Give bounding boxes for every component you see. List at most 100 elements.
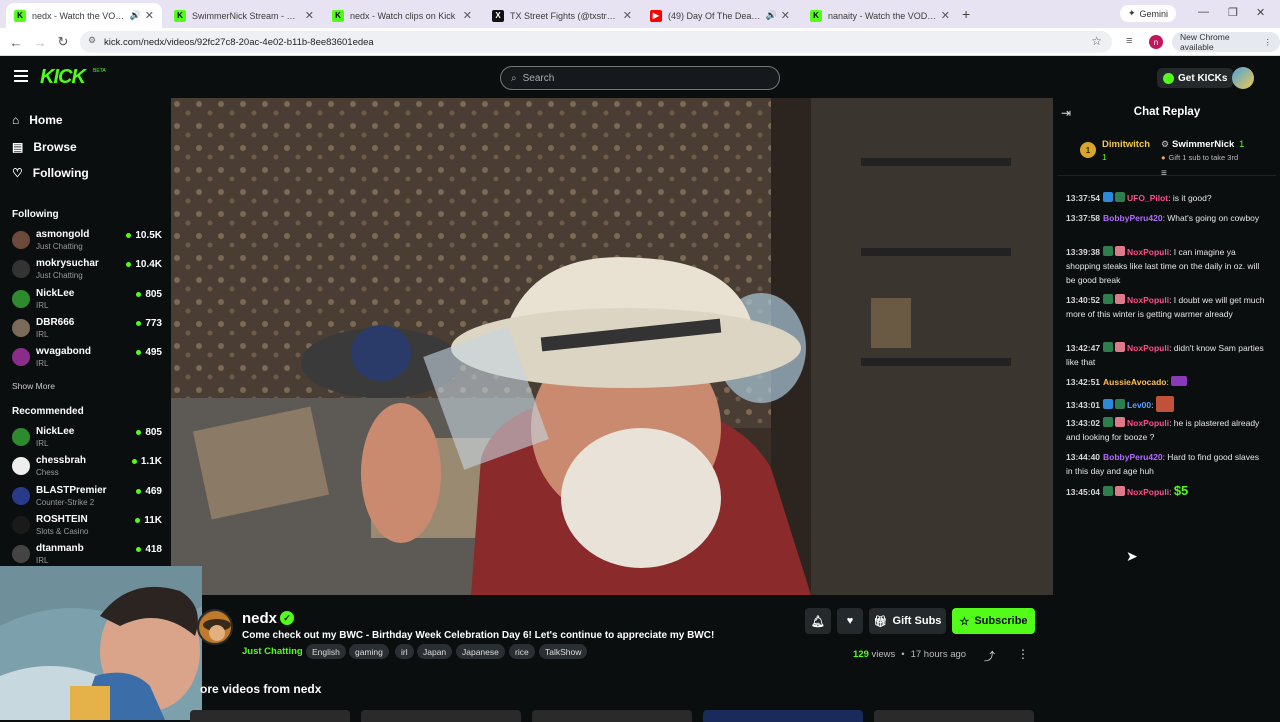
sidebar-channel-asmongold[interactable]: asmongold Just Chatting 10.5K [12,228,162,256]
tag-gaming[interactable]: gaming [349,644,389,659]
search-input[interactable]: ⌕ Search [500,66,780,90]
sidebar-channel-nicklee[interactable]: NickLee IRL 805 [12,287,162,315]
notification-bell-button[interactable]: 🔔︎ [805,608,831,634]
tag-irl[interactable]: irl [395,644,414,659]
tag-japan[interactable]: Japan [417,644,453,659]
more-options-icon[interactable]: ⋮ [1017,647,1029,661]
forward-icon[interactable]: → [30,32,50,52]
site-info-icon[interactable]: ⚙ [88,35,96,46]
channel-name: BLASTPremier [36,484,107,496]
tab-nanaity-vod[interactable]: K nanaity - Watch the VOD on Ki ✕ [802,3,958,28]
category-link[interactable]: Just Chatting [242,646,303,657]
gift-subs-button[interactable]: 🎁︎ Gift Subs [869,608,946,634]
emote-icon [1155,396,1174,412]
sidebar-item-following[interactable]: ♡ Following [12,166,89,180]
tag-rice[interactable]: rice [509,644,535,659]
sub-badge-icon [1103,246,1114,256]
sidebar-item-browse[interactable]: ▤ Browse [12,140,77,154]
new-chrome-available-button[interactable]: New Chrome available ⋮ [1172,32,1280,52]
close-tab-icon[interactable]: ✕ [781,9,790,22]
kick-logo[interactable]: KICK [40,66,86,89]
url-field[interactable]: ⚙ kick.com/nedx/videos/92fc27c8-20ac-4e0… [80,31,1112,53]
video-player[interactable] [171,98,1053,595]
message-username[interactable]: Lev00 [1127,400,1151,410]
close-tab-icon[interactable]: ✕ [305,9,314,22]
channel-name: dtanmanb [36,543,84,555]
speaker-icon[interactable]: 🔊 [130,10,141,21]
channel-name: NickLee [36,426,75,437]
avatar [12,486,30,505]
sidebar-channel-blastpremier[interactable]: BLASTPremier Counter-Strike 2 469 [12,484,162,512]
reload-icon[interactable]: ↻ [53,32,73,52]
message-text: : What's going on cowboy [1162,213,1260,223]
gemini-button[interactable]: ✦ Gemini [1120,5,1177,22]
channel-name[interactable]: nedx [242,610,277,627]
profile-avatar-icon[interactable]: n [1149,35,1163,49]
subscribe-button[interactable]: ☆ Subscribe [952,608,1035,634]
hamburger-menu-icon[interactable] [14,70,28,82]
user-avatar[interactable] [1232,67,1254,89]
tab-tx-street-fights[interactable]: X TX Street Fights (@txstreetfight ✕ [484,3,640,28]
channel-avatar[interactable] [197,609,233,645]
back-icon[interactable]: ← [6,32,26,52]
gift-subs-label: Gift Subs [892,615,942,627]
video-thumbnail[interactable] [532,710,692,722]
sidebar-channel-nicklee[interactable]: NickLee IRL 805 [12,425,162,453]
tab-nedx-vod[interactable]: K nedx - Watch the VOD on K 🔊 ✕ [6,3,162,28]
sidebar-channel-dbr666[interactable]: DBR666 IRL 773 [12,316,162,344]
message-username[interactable]: NoxPopuli [1127,247,1169,257]
get-kicks-label: Get KICKs [1178,72,1228,84]
video-thumbnail[interactable] [874,710,1034,722]
close-tab-icon[interactable]: ✕ [145,9,154,22]
gifter-name[interactable]: Dimitwitch [1102,139,1150,150]
minimize-icon[interactable]: — [1198,6,1209,18]
live-dot-icon [136,488,142,494]
close-tab-icon[interactable]: ✕ [623,9,632,22]
kick-favicon-icon: K [810,9,822,22]
message-username[interactable]: BobbyPeru420 [1103,452,1163,462]
tab-youtube[interactable]: ▶ (49) Day Of The Dead Sour 🔊 ✕ [642,3,798,28]
expand-leaderboard-icon[interactable]: ≡ [1161,168,1167,179]
message-username[interactable]: NoxPopuli [1127,418,1169,428]
tag-talkshow[interactable]: TalkShow [539,644,588,659]
video-thumbnail[interactable] [361,710,521,722]
close-window-icon[interactable]: ✕ [1256,6,1265,19]
message-username[interactable]: BobbyPeru420 [1103,213,1163,223]
share-icon[interactable]: ⤴ [984,648,995,664]
maximize-icon[interactable]: ❐ [1228,6,1238,19]
close-tab-icon[interactable]: ✕ [463,9,472,22]
message-username[interactable]: UFO_Pilot [1127,193,1168,203]
sidebar-channel-roshtein[interactable]: ROSHTEIN Slots & Casino 11K [12,513,162,541]
new-tab-icon[interactable]: + [962,6,970,22]
channel-category: Slots & Casino [36,526,89,536]
gift-note-text: Gift 1 sub to take 3rd [1168,153,1239,162]
tab-nedx-clips[interactable]: K nedx - Watch clips on Kick ✕ [324,3,480,28]
more-videos-heading: ore videos from nedx [200,682,322,696]
tab-swimmernick[interactable]: K SwimmerNick Stream - Watch L ✕ [166,3,322,28]
video-thumbnail[interactable] [190,710,350,722]
get-kicks-button[interactable]: Get KICKs [1157,68,1234,88]
sidebar-channel-mokrysuchar[interactable]: mokrysuchar Just Chatting 10.4K [12,257,162,285]
avatar [12,515,30,534]
video-thumbnail[interactable] [703,710,863,722]
gemini-icon: ✦ [1128,8,1136,18]
message-username[interactable]: NoxPopuli [1127,487,1169,497]
message-username[interactable]: NoxPopuli [1127,343,1169,353]
x-favicon-icon: X [492,9,504,22]
speaker-icon[interactable]: 🔊 [766,10,777,21]
media-controls-icon[interactable]: ≡ [1126,35,1132,47]
sidebar-channel-chessbrah[interactable]: chessbrah Chess 1.1K [12,454,162,482]
close-tab-icon[interactable]: ✕ [941,9,950,22]
recipient-name[interactable]: SwimmerNick [1172,139,1234,150]
bookmark-star-icon[interactable]: ☆ [1091,34,1102,48]
sidebar-channel-wvagabond[interactable]: wvagabond IRL 495 [12,345,162,373]
message-username[interactable]: AussieAvocado [1103,377,1166,387]
new-chrome-label: New Chrome available [1180,32,1230,52]
show-more-link[interactable]: Show More [12,381,55,391]
avatar [12,348,30,367]
message-username[interactable]: NoxPopuli [1127,295,1169,305]
tag-japanese[interactable]: Japanese [456,644,505,659]
tag-english[interactable]: English [306,644,346,659]
sidebar-item-home[interactable]: ⌂ Home [12,113,63,127]
follow-heart-button[interactable]: ♥ [837,608,863,634]
